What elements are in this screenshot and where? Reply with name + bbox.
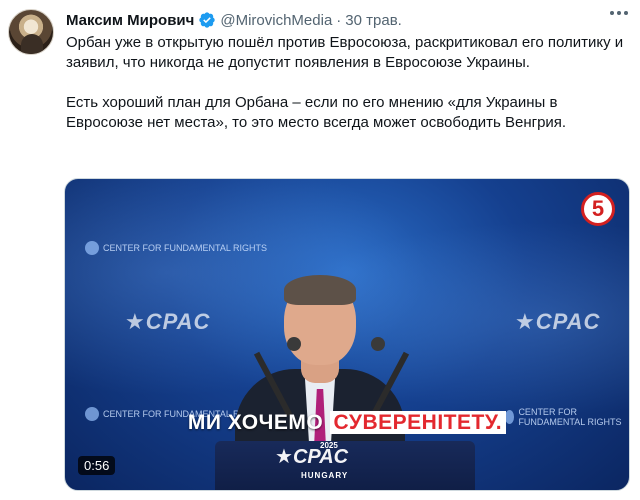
author-handle[interactable]: @MirovichMedia	[220, 12, 332, 29]
cpac-logo-left: ★CPAC	[125, 309, 211, 334]
tweet-date[interactable]: 30 трав.	[345, 12, 402, 29]
verified-badge-icon	[198, 11, 216, 29]
cpac-logo-right: ★CPAC	[515, 309, 601, 334]
video-caption: МИ ХОЧЕМО СУВЕРЕНІТЕТУ.	[65, 411, 629, 435]
caption-red-text: СУВЕРЕНІТЕТУ.	[329, 411, 507, 434]
more-options-icon[interactable]	[610, 11, 628, 15]
video-player[interactable]: CENTER FOR FUNDAMENTAL RIGHTS CENTER FOR…	[64, 178, 630, 491]
microphone-right-head	[371, 337, 385, 351]
author-name[interactable]: Максим Мирович	[66, 12, 194, 29]
video-duration: 0:56	[78, 456, 116, 475]
header-separator: ·	[336, 11, 342, 29]
tweet-header: Максим Мирович @MirovichMedia · 30 трав.	[66, 10, 600, 30]
caption-white-text: МИ ХОЧЕМО	[187, 411, 330, 434]
podium-logo: ★CPAC	[275, 446, 349, 468]
speaker-hair	[284, 275, 356, 305]
microphone-left-head	[287, 337, 301, 351]
author-avatar[interactable]	[8, 9, 54, 55]
channel-5-logo: 5	[581, 192, 615, 226]
tweet-text: Орбан уже в открытую пошёл против Евросо…	[66, 34, 624, 131]
podium-subtitle: HUNGARY	[301, 471, 349, 480]
backdrop-logo-left-top: CENTER FOR FUNDAMENTAL RIGHTS	[85, 241, 267, 255]
